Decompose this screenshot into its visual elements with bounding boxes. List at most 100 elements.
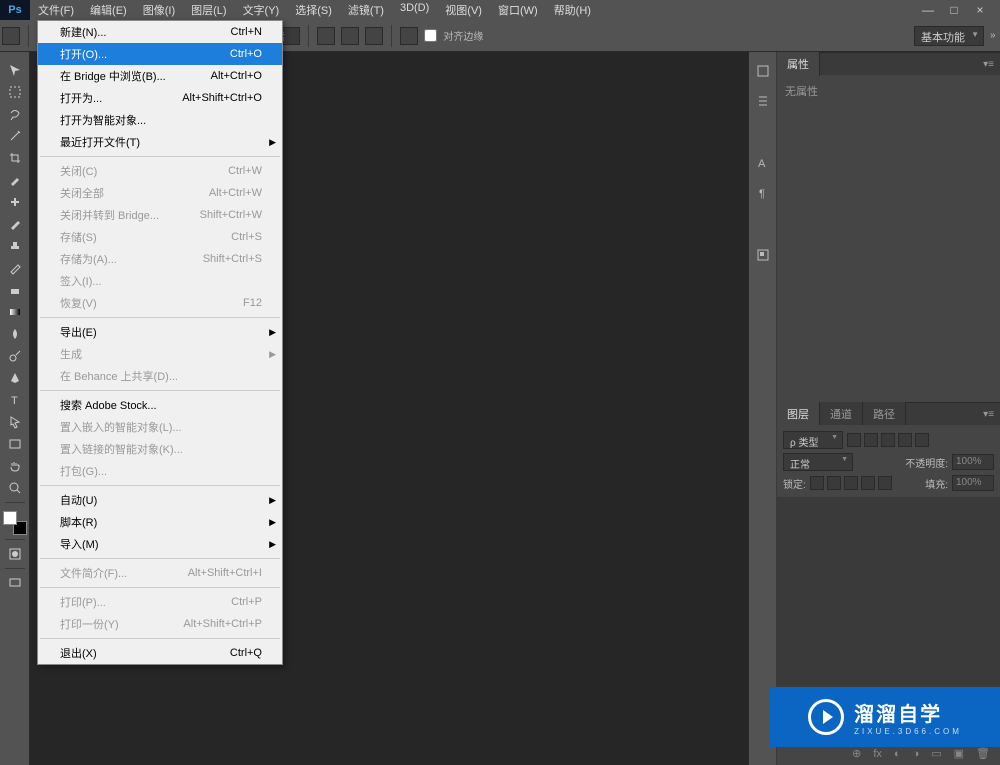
adjustment-icon[interactable]: ◑ bbox=[913, 748, 920, 760]
fg-bg-colors[interactable] bbox=[3, 511, 27, 535]
zoom-tool[interactable] bbox=[4, 478, 26, 498]
lasso-tool[interactable] bbox=[4, 104, 26, 124]
menu-item-label: 打印(P)... bbox=[60, 594, 106, 610]
group-icon[interactable]: ▭ bbox=[931, 747, 941, 760]
mask-icon[interactable]: ◐ bbox=[894, 748, 901, 760]
file-menu-dropdown: 新建(N)... Ctrl+N 打开(O)...Ctrl+O在 Bridge 中浏览… bbox=[37, 20, 283, 665]
rectangle-tool[interactable] bbox=[4, 434, 26, 454]
align-right-icon[interactable] bbox=[365, 27, 383, 45]
magic-wand-tool[interactable] bbox=[4, 126, 26, 146]
layers-menu-icon[interactable]: ▾≡ bbox=[983, 409, 994, 420]
menu-item-shortcut: Alt+Shift+Ctrl+O bbox=[182, 92, 262, 104]
blur-tool[interactable] bbox=[4, 324, 26, 344]
menu-type[interactable]: 文字(Y) bbox=[235, 0, 288, 21]
history-brush-tool[interactable] bbox=[4, 258, 26, 278]
file-menu-item: 置入嵌入的智能对象(L)... bbox=[38, 416, 282, 438]
file-menu-item[interactable]: 最近打开文件(T)▶ bbox=[38, 131, 282, 153]
menu-separator bbox=[40, 485, 280, 486]
paths-tab[interactable]: 路径 bbox=[863, 402, 906, 426]
align-edges-checkbox[interactable] bbox=[424, 29, 437, 42]
menu-item-label: 关闭并转到 Bridge... bbox=[60, 207, 159, 223]
paragraph-panel-icon[interactable]: ¶ bbox=[754, 184, 772, 202]
menu-item-label: 脚本(R) bbox=[60, 514, 97, 530]
restore-button[interactable]: □ bbox=[942, 2, 966, 18]
eraser-tool[interactable] bbox=[4, 280, 26, 300]
menu-filter[interactable]: 滤镜(T) bbox=[340, 0, 392, 21]
menu-item-label: 置入嵌入的智能对象(L)... bbox=[60, 419, 182, 435]
expand-panels-icon[interactable]: » bbox=[990, 30, 998, 41]
stamp-tool[interactable] bbox=[4, 236, 26, 256]
quick-mask-tool[interactable] bbox=[4, 544, 26, 564]
swatches-panel-icon[interactable] bbox=[754, 92, 772, 110]
channels-tab[interactable]: 通道 bbox=[820, 402, 863, 426]
opacity-input[interactable]: 100% bbox=[952, 454, 994, 470]
svg-text:T: T bbox=[11, 395, 18, 407]
delete-layer-icon[interactable]: 🗑 bbox=[976, 747, 990, 760]
character-panel-icon[interactable]: A bbox=[754, 154, 772, 172]
brush-tool[interactable] bbox=[4, 214, 26, 234]
menu-image[interactable]: 图像(I) bbox=[135, 0, 183, 21]
minimize-button[interactable]: — bbox=[916, 2, 940, 18]
workspace-dropdown[interactable]: 基本功能 bbox=[914, 26, 984, 46]
menu-edit[interactable]: 编辑(E) bbox=[82, 0, 135, 21]
submenu-arrow-icon: ▶ bbox=[269, 349, 276, 360]
marquee-tool[interactable] bbox=[4, 82, 26, 102]
menu-file[interactable]: 文件(F) bbox=[30, 0, 82, 21]
menu-item-shortcut: Ctrl+N bbox=[231, 26, 262, 38]
menu-3d[interactable]: 3D(D) bbox=[392, 0, 437, 21]
menu-select[interactable]: 选择(S) bbox=[287, 0, 340, 21]
menu-separator bbox=[40, 558, 280, 559]
menu-item-label: 新建(N)... bbox=[60, 24, 106, 40]
eyedropper-tool[interactable] bbox=[4, 170, 26, 190]
file-menu-item[interactable]: 打开为智能对象... bbox=[38, 109, 282, 131]
properties-tab[interactable]: 属性 bbox=[777, 52, 820, 76]
menu-layer[interactable]: 图层(L) bbox=[183, 0, 234, 21]
menu-separator bbox=[40, 638, 280, 639]
file-menu-item[interactable]: 退出(X)Ctrl+Q bbox=[38, 642, 282, 664]
type-tool[interactable]: T bbox=[4, 390, 26, 410]
file-menu-item[interactable]: 导出(E)▶ bbox=[38, 321, 282, 343]
align-left-icon[interactable] bbox=[317, 27, 335, 45]
menu-view[interactable]: 视图(V) bbox=[437, 0, 490, 21]
layer-filter-icons[interactable] bbox=[847, 433, 929, 447]
panel-menu-icon[interactable]: ▾≡ bbox=[983, 59, 994, 70]
crop-tool[interactable] bbox=[4, 148, 26, 168]
healing-tool[interactable] bbox=[4, 192, 26, 212]
lock-icons[interactable] bbox=[810, 476, 892, 490]
hand-tool[interactable] bbox=[4, 456, 26, 476]
menu-item-label: 打印一份(Y) bbox=[60, 616, 119, 632]
path-select-tool[interactable] bbox=[4, 412, 26, 432]
file-menu-item[interactable]: 新建(N)... Ctrl+N bbox=[38, 21, 282, 43]
gradient-tool[interactable] bbox=[4, 302, 26, 322]
dodge-tool[interactable] bbox=[4, 346, 26, 366]
file-menu-item[interactable]: 搜索 Adobe Stock... bbox=[38, 394, 282, 416]
file-menu-item[interactable]: 打开(O)...Ctrl+O bbox=[38, 43, 282, 65]
file-menu-item[interactable]: 在 Bridge 中浏览(B)...Alt+Ctrl+O bbox=[38, 65, 282, 87]
pen-tool[interactable] bbox=[4, 368, 26, 388]
blend-mode-select[interactable]: 正常 bbox=[783, 453, 853, 471]
new-layer-icon[interactable]: ▣ bbox=[954, 747, 964, 760]
tool-preset-icon[interactable] bbox=[2, 27, 20, 45]
file-menu-item[interactable]: 打开为...Alt+Shift+Ctrl+O bbox=[38, 87, 282, 109]
fx-icon[interactable]: fx bbox=[873, 748, 882, 760]
navigator-panel-icon[interactable] bbox=[754, 246, 772, 264]
menu-help[interactable]: 帮助(H) bbox=[546, 0, 599, 21]
gear-icon[interactable] bbox=[400, 27, 418, 45]
file-menu-item[interactable]: 导入(M)▶ bbox=[38, 533, 282, 555]
menu-item-label: 最近打开文件(T) bbox=[60, 134, 140, 150]
move-tool[interactable] bbox=[4, 60, 26, 80]
layer-filter-kind[interactable]: ρ 类型 bbox=[783, 431, 843, 449]
menu-window[interactable]: 窗口(W) bbox=[490, 0, 546, 21]
menu-item-label: 导入(M) bbox=[60, 536, 99, 552]
menu-item-shortcut: Alt+Ctrl+W bbox=[209, 187, 262, 199]
link-layers-icon[interactable]: ⊕ bbox=[852, 747, 861, 760]
history-panel-icon[interactable] bbox=[754, 62, 772, 80]
align-center-icon[interactable] bbox=[341, 27, 359, 45]
file-menu-item[interactable]: 自动(U)▶ bbox=[38, 489, 282, 511]
layers-tab[interactable]: 图层 bbox=[777, 402, 820, 426]
menu-item-label: 导出(E) bbox=[60, 324, 97, 340]
close-button[interactable]: × bbox=[968, 2, 992, 18]
fill-input[interactable]: 100% bbox=[952, 475, 994, 491]
file-menu-item[interactable]: 脚本(R)▶ bbox=[38, 511, 282, 533]
screen-mode-tool[interactable] bbox=[4, 573, 26, 593]
